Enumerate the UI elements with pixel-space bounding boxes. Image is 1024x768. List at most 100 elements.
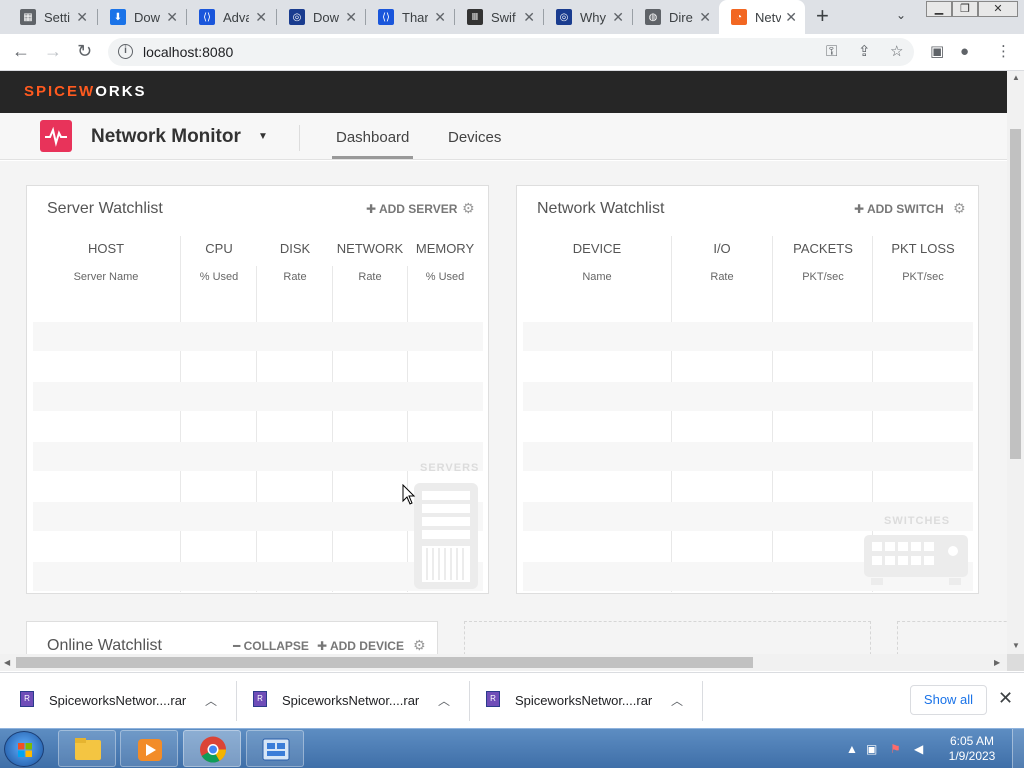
collapse-label: COLLAPSE (243, 639, 309, 653)
tab-search-chevron-icon[interactable]: ⌄ (896, 8, 906, 22)
column-header[interactable]: CPU (181, 241, 257, 256)
url-text[interactable]: localhost:8080 (143, 44, 233, 60)
column-header[interactable]: PKT LOSS (873, 241, 973, 256)
column-divider (256, 266, 257, 592)
media-player-taskbar-button[interactable] (120, 730, 178, 767)
new-tab-icon[interactable]: + (816, 5, 829, 27)
column-header[interactable]: NETWORK (333, 241, 407, 256)
reload-icon[interactable]: ↻ (77, 41, 92, 61)
column-header[interactable]: I/O (672, 241, 772, 256)
show-all-button[interactable]: Show all (910, 685, 987, 715)
network-switch-icon (863, 534, 969, 591)
system-clock[interactable]: 6:05 AM 1/9/2023 (940, 734, 1004, 764)
profile-avatar-icon[interactable]: ● (960, 43, 969, 61)
show-hidden-icons-icon[interactable]: ▲ (846, 742, 858, 756)
download-item[interactable]: R SpiceworksNetwor....rar ︿ (0, 673, 234, 729)
download-item[interactable]: R SpiceworksNetwor....rar ︿ (233, 673, 467, 729)
online-watchlist-panel: Online Watchlist ━ COLLAPSE ✚ ADD DEVICE… (26, 621, 438, 654)
scroll-right-icon[interactable]: ▶ (994, 658, 1000, 667)
empty-widget-slot[interactable] (897, 621, 1007, 654)
show-desktop-button[interactable] (1012, 729, 1024, 768)
column-header[interactable]: PACKETS (773, 241, 873, 256)
scroll-down-icon[interactable]: ▼ (1012, 641, 1020, 650)
browser-tab[interactable]: Ⅲ Swif ✕ (455, 0, 543, 34)
browser-tab[interactable]: ⟨⟩ Adva ✕ (187, 0, 275, 34)
add-device-button[interactable]: ✚ ADD DEVICE (317, 639, 404, 653)
key-icon[interactable]: ⚿ (826, 43, 837, 61)
volume-muted-icon[interactable]: ◀ (914, 742, 923, 756)
horizontal-scroll-thumb[interactable] (16, 657, 753, 668)
scroll-left-icon[interactable]: ◀ (4, 658, 10, 667)
chevron-up-icon[interactable]: ︿ (205, 692, 217, 709)
close-tab-icon[interactable]: ✕ (612, 9, 624, 25)
vertical-scroll-thumb[interactable] (1010, 129, 1021, 459)
more-menu-icon[interactable]: ⋮ (996, 43, 1011, 61)
column-subheader: PKT/sec (802, 271, 844, 283)
column-header[interactable]: MEMORY (408, 241, 482, 256)
close-tab-icon[interactable]: ✕ (785, 9, 797, 25)
chevron-up-icon[interactable]: ︿ (671, 692, 683, 709)
address-bar[interactable]: i localhost:8080 (108, 38, 914, 66)
empty-row (33, 322, 483, 351)
globe-icon: ◍ (645, 9, 661, 25)
column-header[interactable]: HOST (27, 241, 185, 256)
horizontal-scrollbar[interactable]: ◀ ▶ (0, 654, 1007, 671)
scroll-up-icon[interactable]: ▲ (1012, 73, 1020, 82)
bookmark-star-icon[interactable]: ☆ (890, 43, 903, 61)
scrollbar-corner (1007, 654, 1024, 671)
vertical-scrollbar[interactable]: ▲ ▼ (1007, 71, 1024, 654)
add-server-button[interactable]: ✚ ADD SERVER (366, 202, 457, 216)
tab-devices[interactable]: Devices (448, 129, 501, 146)
column-header[interactable]: DEVICE (517, 241, 677, 256)
browser-tab[interactable]: ⟨⟩ Thar ✕ (366, 0, 454, 34)
network-watchlist-title: Network Watchlist (537, 200, 665, 217)
chrome-taskbar-button[interactable] (183, 730, 241, 767)
browser-tab[interactable]: ◎ Dow ✕ (277, 0, 365, 34)
close-tab-icon[interactable]: ✕ (523, 9, 535, 25)
column-divider (671, 236, 672, 592)
chevron-up-icon[interactable]: ︿ (438, 692, 450, 709)
globe-icon: ◎ (556, 9, 572, 25)
column-header[interactable]: DISK (257, 241, 333, 256)
spiceworks-logo[interactable]: SPICEWORKS (24, 83, 147, 100)
close-window-icon[interactable]: ✕ (978, 1, 1018, 17)
site-info-icon[interactable]: i (118, 44, 133, 59)
side-panel-icon[interactable]: ▣ (930, 43, 944, 61)
gear-icon[interactable]: ⚙ (413, 637, 426, 654)
close-tab-icon[interactable]: ✕ (434, 9, 446, 25)
close-tab-icon[interactable]: ✕ (345, 9, 357, 25)
minus-icon: ━ (233, 639, 241, 653)
back-arrow-icon[interactable]: ← (12, 41, 30, 61)
browser-tab[interactable]: ◍ Dire ✕ (633, 0, 719, 34)
collapse-button[interactable]: ━ COLLAPSE (233, 639, 309, 653)
control-panel-taskbar-button[interactable] (246, 730, 304, 767)
close-tab-icon[interactable]: ✕ (699, 9, 711, 25)
minimize-icon[interactable]: ▁ (926, 1, 952, 17)
app-switcher-caret-icon[interactable]: ▼ (258, 131, 268, 142)
gear-icon[interactable]: ⚙ (462, 200, 475, 217)
app-title[interactable]: Network Monitor (91, 126, 241, 148)
share-icon[interactable]: ⇪ (858, 43, 871, 61)
download-item[interactable]: R SpiceworksNetwor....rar ︿ (466, 673, 700, 729)
tab-dashboard[interactable]: Dashboard (336, 129, 409, 146)
column-subheader: PKT/sec (902, 271, 944, 283)
browser-tab[interactable]: ▦ Setti ✕ (8, 0, 96, 34)
close-shelf-icon[interactable]: ✕ (998, 688, 1013, 709)
maximize-icon[interactable]: ❐ (952, 1, 978, 17)
add-switch-button[interactable]: ✚ ADD SWITCH (854, 202, 944, 216)
network-tray-icon[interactable]: ▣ (866, 742, 877, 756)
empty-widget-slot[interactable] (464, 621, 871, 654)
close-tab-icon[interactable]: ✕ (166, 9, 178, 25)
action-center-icon[interactable]: ⚑ (890, 742, 901, 756)
windows-logo-icon (18, 743, 32, 757)
forward-arrow-icon[interactable]: → (44, 41, 62, 61)
gear-icon[interactable]: ⚙ (953, 200, 966, 217)
start-button[interactable] (4, 731, 44, 767)
browser-tab-active[interactable]: ◔ Netv ✕ (719, 0, 805, 34)
browser-tab[interactable]: ⬇ Dow ✕ (98, 0, 186, 34)
tab-title: Why (580, 9, 606, 25)
close-tab-icon[interactable]: ✕ (255, 9, 267, 25)
browser-tab[interactable]: ◎ Why ✕ (544, 0, 632, 34)
file-explorer-taskbar-button[interactable] (58, 730, 116, 767)
close-tab-icon[interactable]: ✕ (76, 9, 88, 25)
